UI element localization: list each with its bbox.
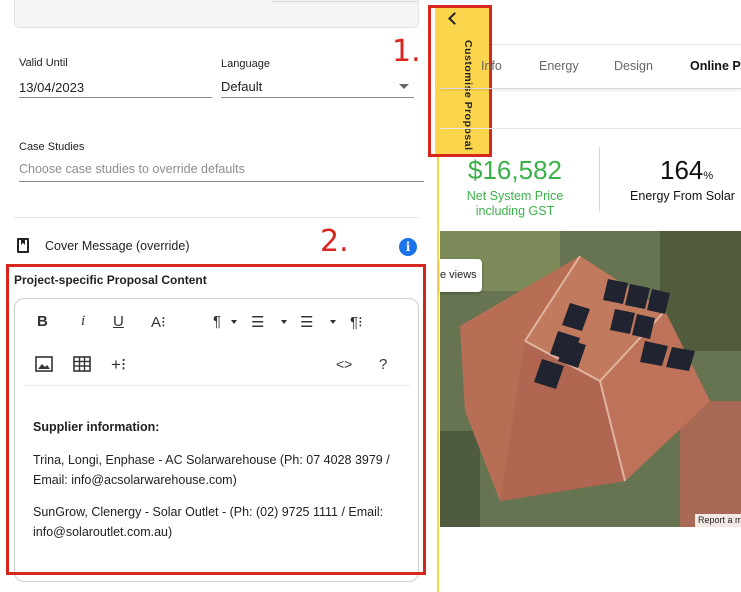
annotation-number-one: 1. [392,34,421,69]
stat-separator [599,147,600,212]
net-price-value: $16,582 [468,155,562,185]
report-map-link[interactable]: Report a m [695,514,741,527]
tab-energy[interactable]: Energy [539,59,579,73]
tab-online-proposal[interactable]: Online Pr [690,59,741,73]
chevron-down-icon[interactable] [399,84,409,89]
net-price-label: Net System Price including GST [466,189,564,218]
info-icon[interactable]: i [399,238,417,256]
valid-until-label: Valid Until [19,57,68,69]
cover-message-label: Cover Message (override) [45,239,190,253]
language-underline [221,97,414,98]
tab-info[interactable]: Info [481,59,502,73]
energy-value: 164% [660,155,714,185]
valid-until-input[interactable]: 13/04/2023 [19,80,84,95]
section-divider [14,217,419,218]
preview-top-line [492,44,741,45]
annotation-box-one [428,5,492,157]
annotation-number-two: 2. [320,224,349,259]
case-studies-input[interactable]: Choose case studies to override defaults [19,162,245,176]
annotation-box-two [6,264,426,575]
language-select[interactable]: Default [221,79,262,94]
case-studies-underline [19,181,424,182]
views-button[interactable]: e views [440,259,482,292]
aerial-roof-image[interactable] [440,231,741,527]
previous-section-card [14,0,419,28]
bookmark-icon [17,238,29,253]
language-label: Language [221,58,270,70]
section-divider [440,128,741,129]
yellow-divider [437,157,439,592]
case-studies-label: Case Studies [19,141,85,153]
tab-design[interactable]: Design [614,59,653,73]
valid-until-underline [19,97,212,98]
tab-bar-divider [440,88,741,89]
energy-label: Energy From Solar [630,189,735,203]
